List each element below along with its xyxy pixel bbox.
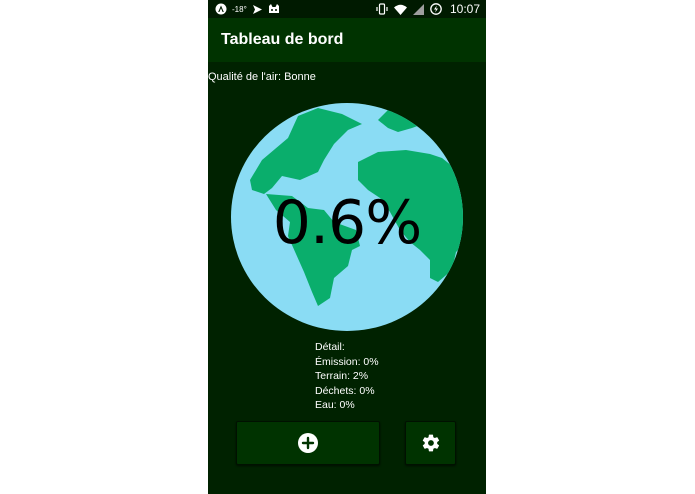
detail-terrain: Terrain: 2%: [315, 370, 369, 382]
cat-icon: [268, 3, 279, 13]
app-bar: Tableau de bord: [208, 18, 486, 62]
details-list: Détail: Émission: 0% Terrain: 2% Déchets…: [315, 340, 379, 413]
phone-screen: -18° 10:07 Tableau de bord Qualité de l'…: [208, 0, 486, 494]
gear-icon: [422, 434, 439, 452]
vibrate-icon: [376, 3, 388, 15]
temperature-text: -18°: [232, 4, 247, 14]
detail-dechets: Déchets: 0%: [315, 384, 375, 397]
send-icon: [252, 4, 262, 14]
settings-button[interactable]: [405, 421, 456, 465]
pollution-percent: 0.6%: [272, 188, 422, 258]
app-a-icon: [215, 3, 227, 15]
clock-time: 10:07: [449, 2, 480, 16]
plus-circle-icon: [298, 433, 318, 453]
page-title: Tableau de bord: [221, 31, 344, 48]
wifi-icon: [393, 4, 407, 15]
air-quality-label: Qualité de l'air: Bonne: [208, 71, 316, 83]
signal-icon: [412, 3, 424, 15]
detail-emission: Émission: 0%: [315, 355, 379, 368]
status-bar: -18° 10:07: [208, 0, 486, 18]
add-button[interactable]: [236, 421, 380, 465]
battery-charging-icon: [430, 3, 442, 15]
details-heading: Détail:: [315, 341, 345, 353]
detail-eau: Eau: 0%: [315, 399, 355, 411]
